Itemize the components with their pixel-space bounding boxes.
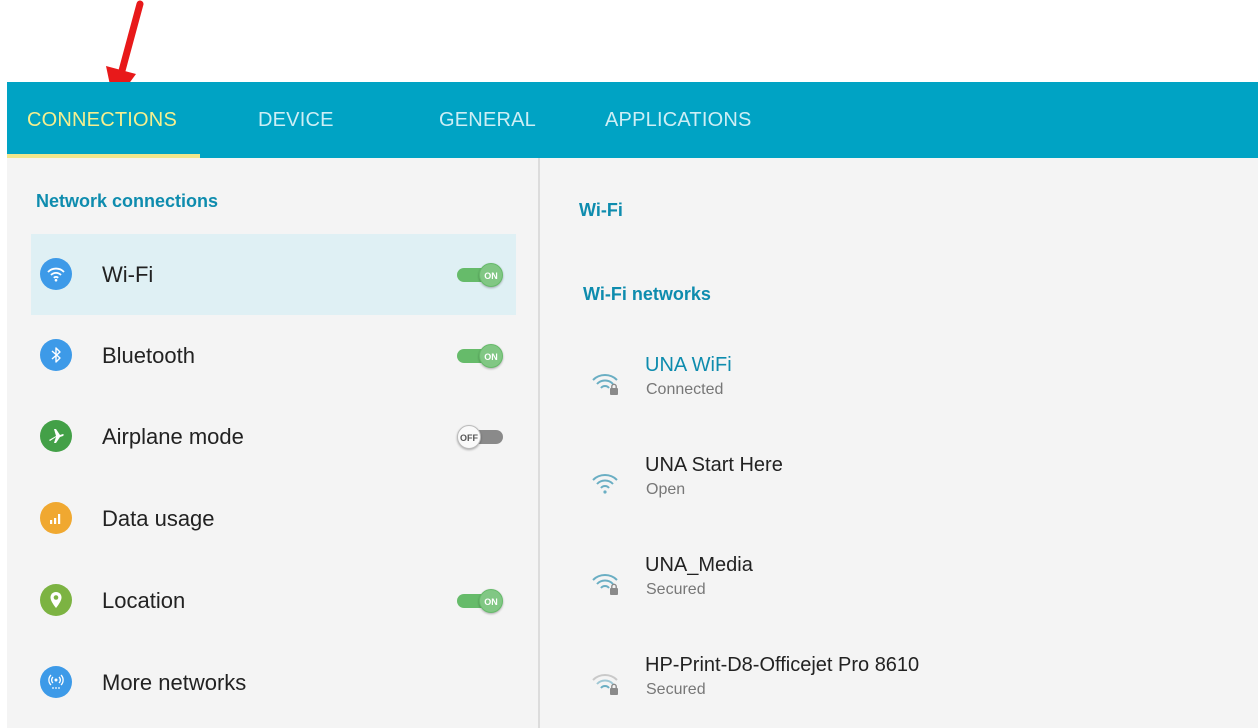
wifi-secured-weak-icon [592,674,618,695]
menu-item-data-usage[interactable]: Data usage [31,478,516,559]
bluetooth-toggle[interactable]: ON [457,344,503,368]
network-hp-print[interactable]: HP-Print-D8-Officejet Pro 8610 Secured [580,654,1180,724]
menu-item-bluetooth[interactable]: Bluetooth ON [31,315,516,396]
menu-item-location[interactable]: Location ON [31,560,516,641]
menu-item-airplane-mode[interactable]: Airplane mode OFF [31,396,516,477]
menu-label-data-usage: Data usage [102,506,215,531]
airplane-mode-toggle[interactable]: OFF [457,425,503,449]
network-status: Secured [646,581,706,598]
tab-device[interactable]: DEVICE [258,82,334,158]
wifi-open-icon [592,474,618,494]
tab-general[interactable]: GENERAL [439,82,536,158]
network-status: Open [646,481,686,498]
network-status: Secured [646,681,706,698]
more-networks-icon [40,666,72,698]
tab-applications[interactable]: APPLICATIONS [605,82,752,158]
network-name: UNA WiFi [645,354,732,376]
menu-label-location: Location [102,588,186,613]
wifi-detail-panel: Wi-Fi Wi-Fi networks UNA WiFi Connected … [540,158,1258,728]
menu-label-bluetooth: Bluetooth [102,343,195,368]
menu-item-wifi[interactable]: Wi-Fi ON [31,234,516,315]
section-title: Network connections [36,191,219,211]
menu-item-more-networks[interactable]: More networks [31,642,516,723]
location-icon [40,584,72,616]
data-usage-icon [40,502,72,534]
wifi-icon [40,258,72,290]
wifi-panel-title: Wi-Fi [579,200,623,220]
network-una-start-here[interactable]: UNA Start Here Open [580,454,1180,524]
network-name: HP-Print-D8-Officejet Pro 8610 [645,654,920,676]
location-toggle[interactable]: ON [457,589,503,613]
airplane-icon [40,420,72,452]
network-name: UNA_Media [645,554,753,576]
wifi-secured-icon [592,374,618,395]
tab-connections[interactable]: CONNECTIONS [27,82,177,158]
wifi-networks-header: Wi-Fi networks [583,284,711,304]
menu-label-airplane-mode: Airplane mode [102,424,244,449]
network-una-wifi[interactable]: UNA WiFi Connected [580,354,1180,424]
wifi-secured-icon [592,574,618,595]
network-name: UNA Start Here [645,454,783,476]
bluetooth-icon [40,339,72,371]
network-status: Connected [646,381,724,398]
wifi-toggle[interactable]: ON [457,263,503,287]
tab-bar: CONNECTIONS DEVICE GENERAL APPLICATIONS [7,82,1258,158]
menu-label-more-networks: More networks [102,670,247,695]
network-connections-panel: Network connections Wi-Fi ON Bluetooth O… [7,158,538,728]
network-una-media[interactable]: UNA_Media Secured [580,554,1180,624]
menu-label-wifi: Wi-Fi [102,262,154,287]
